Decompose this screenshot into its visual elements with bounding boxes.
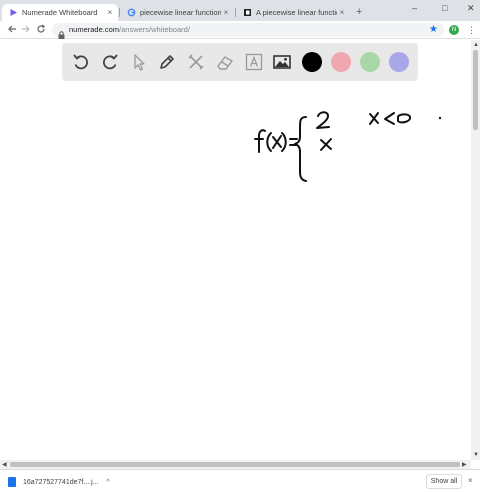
reload-icon[interactable] (36, 24, 46, 38)
scroll-left-icon[interactable]: ◀ (2, 461, 7, 469)
url-text: numerade.com/answers/whiteboard/ (69, 25, 190, 35)
handwritten-close-paren (281, 132, 287, 152)
tab-close-icon[interactable]: × (221, 8, 231, 17)
url-path: /answers/whiteboard/ (119, 25, 190, 34)
handwritten-x-case2 (320, 138, 332, 151)
redo-icon[interactable] (98, 50, 122, 74)
kebab-menu-icon[interactable]: ⋮ (467, 24, 476, 36)
vertical-scrollbar[interactable]: ▲ ▼ (471, 40, 480, 460)
numerade-play-icon (9, 8, 18, 17)
color-swatch-green[interactable] (360, 52, 380, 72)
lock-icon (58, 26, 65, 39)
text-tool-icon[interactable] (242, 50, 266, 74)
profile-avatar[interactable]: N (449, 25, 459, 35)
tab-google-search[interactable]: piecewise linear function? - Goog × (120, 4, 234, 21)
url-domain: numerade.com (69, 25, 120, 34)
maximize-button[interactable]: □ (442, 2, 447, 14)
horizontal-scroll-thumb[interactable] (10, 462, 460, 467)
color-swatch-blue[interactable] (389, 52, 409, 72)
download-item[interactable]: 16a727527741de7f....j... ^ (8, 475, 110, 489)
tab-numerade-whiteboard[interactable]: Numerade Whiteboard × (2, 4, 118, 21)
bookmark-star-icon[interactable]: ★ (429, 24, 438, 36)
tab-title: A piecewise linear function is gra (256, 8, 337, 17)
chevron-up-icon[interactable]: ^ (107, 479, 110, 486)
undo-icon[interactable] (69, 50, 93, 74)
whiteboard-canvas[interactable] (0, 40, 471, 460)
eraser-icon[interactable] (213, 50, 237, 74)
tab-title: Numerade Whiteboard (22, 8, 98, 17)
handwritten-zero (397, 113, 411, 124)
handwriting-layer (254, 111, 442, 182)
handwritten-two (316, 111, 330, 129)
tab-numerade-question[interactable]: A piecewise linear function is gra × (236, 4, 350, 21)
file-icon (8, 477, 16, 487)
close-download-bar-icon[interactable]: × (468, 476, 473, 486)
minimize-button[interactable]: – (412, 2, 417, 14)
handwritten-x-condition (369, 112, 379, 125)
vertical-scroll-thumb[interactable] (473, 50, 478, 130)
forward-arrow-icon[interactable] (21, 24, 31, 38)
show-all-button[interactable]: Show all (426, 474, 462, 489)
address-bar[interactable]: numerade.com/answers/whiteboard/ ★ (52, 23, 444, 39)
handwritten-less-than (384, 112, 395, 125)
whiteboard-palette (62, 43, 418, 81)
tab-title: piecewise linear function? - Goog (140, 8, 221, 17)
tab-strip: Numerade Whiteboard × piecewise linear f… (0, 0, 480, 21)
pen-dot (438, 116, 442, 120)
download-file-name: 16a727527741de7f....j... (23, 478, 99, 486)
handwritten-brace (294, 116, 307, 182)
handwritten-x (272, 135, 282, 149)
back-arrow-icon[interactable] (7, 24, 17, 38)
scroll-right-icon[interactable]: ▶ (462, 461, 467, 469)
horizontal-scrollbar[interactable]: ◀ ▶ (0, 460, 471, 469)
handwritten-f (254, 129, 266, 153)
download-bar: 16a727527741de7f....j... ^ Show all × (0, 469, 480, 492)
new-tab-button[interactable]: + (356, 6, 362, 18)
color-swatch-black[interactable] (302, 52, 322, 72)
scroll-up-icon[interactable]: ▲ (473, 41, 479, 49)
tab-close-icon[interactable]: × (105, 8, 115, 17)
browser-toolbar: numerade.com/answers/whiteboard/ ★ N ⋮ (0, 21, 480, 39)
select-cursor-icon[interactable] (127, 50, 151, 74)
browser-window: Numerade Whiteboard × piecewise linear f… (0, 0, 480, 492)
pen-icon[interactable] (155, 50, 179, 74)
close-window-button[interactable]: ✕ (467, 2, 475, 14)
tools-icon[interactable] (184, 50, 208, 74)
handwritten-open-paren (266, 132, 272, 152)
google-g-icon (127, 8, 136, 17)
numerade-book-icon (243, 8, 252, 17)
scroll-down-icon[interactable]: ▼ (473, 451, 479, 459)
color-swatch-pink[interactable] (331, 52, 351, 72)
image-icon[interactable] (270, 50, 294, 74)
tab-close-icon[interactable]: × (337, 8, 347, 17)
